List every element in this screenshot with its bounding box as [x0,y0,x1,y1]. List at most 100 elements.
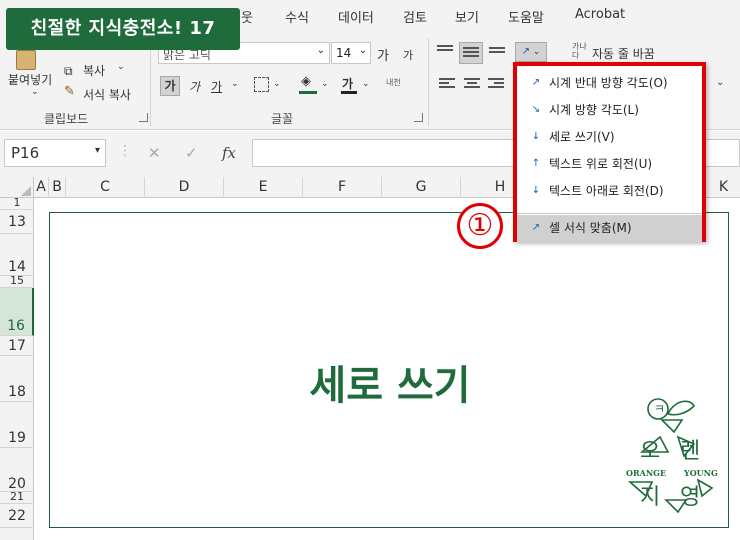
phonetic-guide-button[interactable]: 내천 [386,77,401,88]
tab-help[interactable]: 도움말 [508,7,544,26]
row-header[interactable]: 21 [0,491,34,504]
select-all-corner[interactable] [0,177,34,198]
column-header[interactable]: A [34,177,49,198]
row-header[interactable]: 16 [0,288,34,336]
merge-chevron-down-icon[interactable]: ⌄ [716,77,724,88]
menu-item-angle-clockwise[interactable]: ↘ 시계 방향 각도(L) [517,97,702,124]
menu-item-label: 텍스트 위로 회전(U) [549,157,653,171]
angle-counterclockwise-icon: ↗ [531,77,541,88]
font-size-chevron-down-icon: ⌄ [358,45,367,56]
tab-formulas[interactable]: 수식 [285,7,309,26]
tab-acrobat[interactable]: Acrobat [575,7,625,22]
name-box-chevron-down-icon: ▾ [94,145,100,156]
font-size-value: 14 [336,46,352,60]
menu-item-vertical-text[interactable]: ↓ 세로 쓰기(V) [517,124,702,151]
rotate-text-down-icon: ↓ [531,185,541,196]
align-middle-button[interactable] [459,42,483,64]
column-header[interactable]: G [382,177,461,198]
logo-top-letter: ㅋ [654,402,665,416]
menu-item-angle-counterclockwise[interactable]: ↗ 시계 반대 방향 각도(O) [517,70,702,97]
formula-bar-handle-icon: ⋮ [118,143,132,159]
border-chevron-down-icon[interactable]: ⌄ [273,79,281,89]
grow-font-button[interactable]: 가 [377,45,389,64]
enter-formula-icon[interactable]: ✓ [185,144,198,162]
logo-word-orange: ORANGE [626,468,666,478]
clipboard-launcher-icon[interactable] [139,113,148,122]
vertical-text-icon: ↓ [531,131,541,142]
underline-button[interactable]: 가 [211,78,222,95]
paste-chevron-down-icon[interactable]: ⌄ [31,87,39,97]
font-size-select[interactable]: 14 ⌄ [331,42,371,64]
tab-review[interactable]: 검토 [403,7,427,26]
tab-view[interactable]: 보기 [455,7,479,26]
row-header[interactable]: 22 [0,504,34,528]
cancel-formula-icon[interactable]: ✕ [148,144,161,162]
row-header[interactable]: 17 [0,336,34,356]
fill-color-chevron-down-icon[interactable]: ⌄ [321,79,329,89]
menu-item-label: 시계 반대 방향 각도(O) [549,76,668,90]
underline-chevron-down-icon[interactable]: ⌄ [231,79,239,89]
column-header[interactable]: F [303,177,382,198]
copy-chevron-down-icon[interactable]: ⌄ [117,62,125,72]
paste-icon[interactable] [16,50,36,70]
copy-icon: ⧉ [64,64,73,78]
tutorial-title-banner: 친절한 지식충전소! 17 [6,8,240,50]
row-header[interactable]: 15 [0,275,34,288]
row-header[interactable]: 13 [0,210,34,234]
font-group-label: 글꼴 [271,112,294,126]
rotate-text-up-icon: ↑ [531,158,541,169]
menu-item-label: 텍스트 아래로 회전(D) [549,184,664,198]
column-header[interactable]: E [224,177,303,198]
row-header[interactable]: 19 [0,402,34,448]
menu-item-rotate-up[interactable]: ↑ 텍스트 위로 회전(U) [517,151,702,178]
column-header[interactable]: D [145,177,224,198]
insert-function-icon[interactable]: fx [222,144,236,162]
name-box-value: P16 [11,144,40,162]
orientation-button[interactable]: ↗ ⌄ [515,42,547,62]
tab-layout[interactable]: 웃 [241,7,253,26]
group-divider [428,38,429,126]
align-bottom-icon[interactable] [489,47,505,61]
row-headers: 1 13 14 15 16 17 18 19 20 21 22 [0,197,34,540]
copy-button[interactable]: 복사 [83,62,105,79]
menu-item-label: 세로 쓰기(V) [549,130,615,144]
menu-item-format-cell-alignment[interactable]: ↗ 셀 서식 맞춤(M) [517,215,702,242]
align-right-icon[interactable] [488,78,504,92]
name-box[interactable]: P16 ▾ [4,139,106,167]
wrap-text-button[interactable]: 자동 줄 바꿈 [592,45,655,62]
align-top-icon[interactable] [437,45,453,59]
row-header[interactable]: 1 [0,197,34,210]
format-alignment-icon: ↗ [531,222,541,233]
logo-char-ren: 렌 [680,439,700,464]
column-header[interactable]: K [707,177,740,198]
menu-item-rotate-down[interactable]: ↓ 텍스트 아래로 회전(D) [517,178,702,205]
font-name-value: 맑은 고딕 [163,48,211,62]
paste-button[interactable]: 붙여넣기 [8,71,52,88]
column-header[interactable]: C [66,177,145,198]
wrap-text-icon: 가나 다 [572,42,587,60]
column-header[interactable]: B [49,177,66,198]
row-header[interactable]: 14 [0,234,34,276]
bold-button[interactable]: 가 [160,76,180,96]
brush-icon: ✎ [64,84,75,99]
font-color-bar [341,91,357,94]
orientation-dropdown-menu: ↗ 시계 반대 방향 각도(O) ↘ 시계 방향 각도(L) ↓ 세로 쓰기(V… [513,62,706,242]
format-painter-button[interactable]: 서식 복사 [83,86,131,103]
tab-data[interactable]: 데이터 [338,7,374,26]
italic-button[interactable]: 가 [189,78,200,95]
border-icon[interactable] [254,77,269,92]
align-center-icon[interactable] [464,78,480,92]
fill-color-icon[interactable]: ◈ [301,74,311,89]
menu-divider [517,213,702,214]
font-name-chevron-down-icon: ⌄ [316,45,325,56]
fill-color-bar [299,91,317,94]
font-launcher-icon[interactable] [414,113,423,122]
logo-char-young: 영 [680,485,700,510]
row-header[interactable]: 20 [0,448,34,492]
font-color-button[interactable]: 가 [342,75,353,92]
orientation-chevron-down-icon: ⌄ [529,47,541,57]
font-color-chevron-down-icon[interactable]: ⌄ [362,79,370,89]
row-header[interactable]: 18 [0,356,34,402]
shrink-font-button[interactable]: 가 [403,47,413,63]
align-left-icon[interactable] [439,78,455,92]
